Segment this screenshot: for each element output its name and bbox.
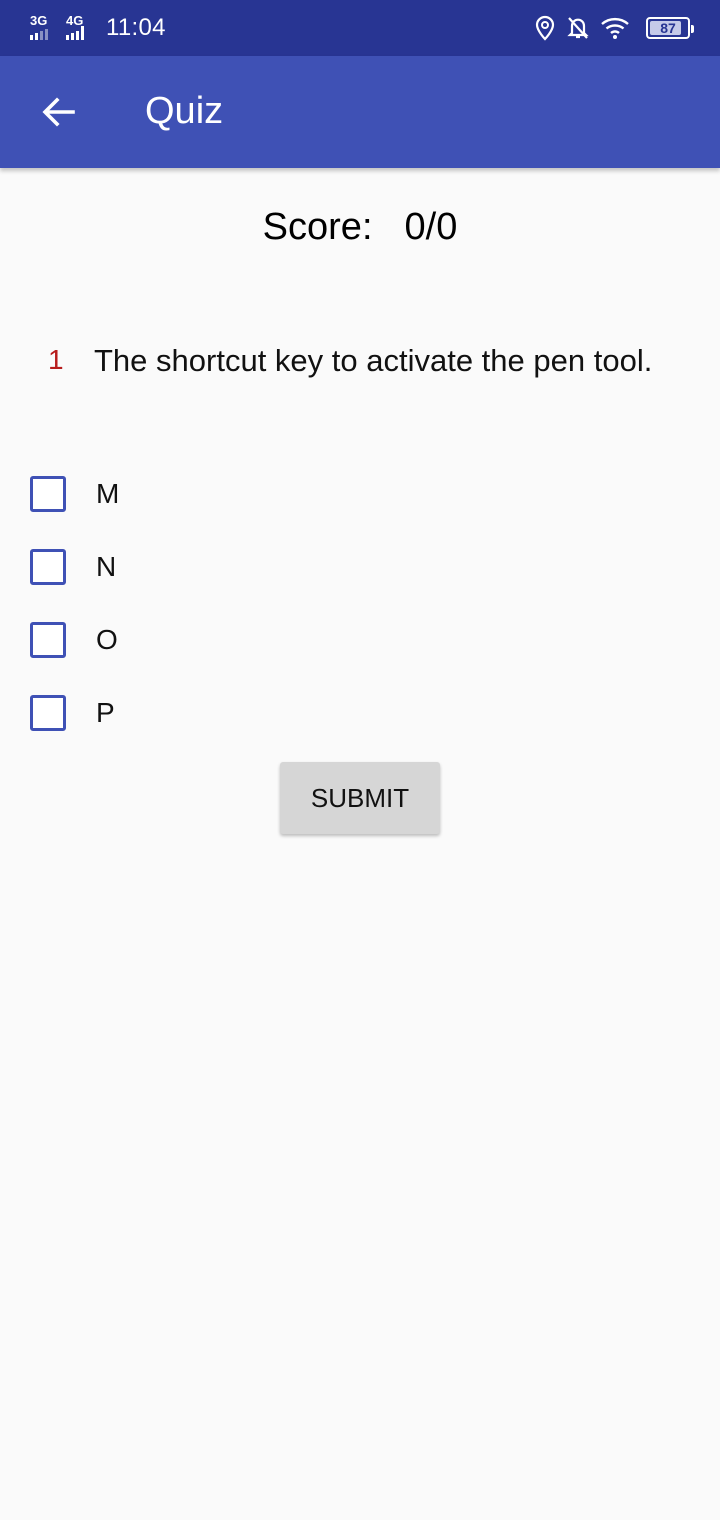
signal-3g-icon: 3G: [30, 12, 62, 44]
option-checkbox[interactable]: [30, 695, 66, 731]
battery-level: 87: [660, 20, 676, 36]
question-number: 1: [48, 344, 64, 375]
status-bar: 3G 4G 11:04 87: [0, 0, 720, 56]
option-label: P: [96, 697, 115, 728]
location-icon: [534, 15, 556, 41]
score-label: Score:: [262, 206, 373, 248]
status-right: 87: [534, 12, 694, 44]
submit-button[interactable]: SUBMIT: [280, 762, 440, 834]
option-o[interactable]: O: [30, 618, 118, 662]
status-left: 3G 4G 11:04: [30, 10, 166, 46]
notifications-off-icon: [566, 15, 590, 41]
signal-4g-icon: 4G: [66, 12, 98, 44]
score-value: 0/0: [404, 206, 458, 248]
option-checkbox[interactable]: [30, 549, 66, 585]
quiz-screen: 3G 4G 11:04 87 Quiz Score: 0/0 1 The sho…: [0, 0, 720, 1520]
option-p[interactable]: P: [30, 691, 115, 735]
option-label: N: [96, 551, 117, 582]
battery-icon: 87: [646, 17, 694, 39]
wifi-icon: [600, 16, 630, 40]
page-title: Quiz: [145, 90, 224, 132]
question-text: The shortcut key to activate the pen too…: [94, 343, 653, 378]
arrow-back-icon: [42, 97, 75, 127]
option-checkbox[interactable]: [30, 622, 66, 658]
option-n[interactable]: N: [30, 545, 116, 589]
option-label: M: [96, 478, 120, 509]
status-time: 11:04: [106, 14, 166, 41]
network-type-1: 3G: [30, 13, 48, 28]
score-display: Score: 0/0: [0, 206, 720, 249]
option-checkbox[interactable]: [30, 476, 66, 512]
back-button[interactable]: [30, 84, 86, 140]
option-label: O: [96, 624, 118, 655]
option-m[interactable]: M: [30, 472, 119, 516]
app-bar: Quiz: [0, 56, 720, 168]
